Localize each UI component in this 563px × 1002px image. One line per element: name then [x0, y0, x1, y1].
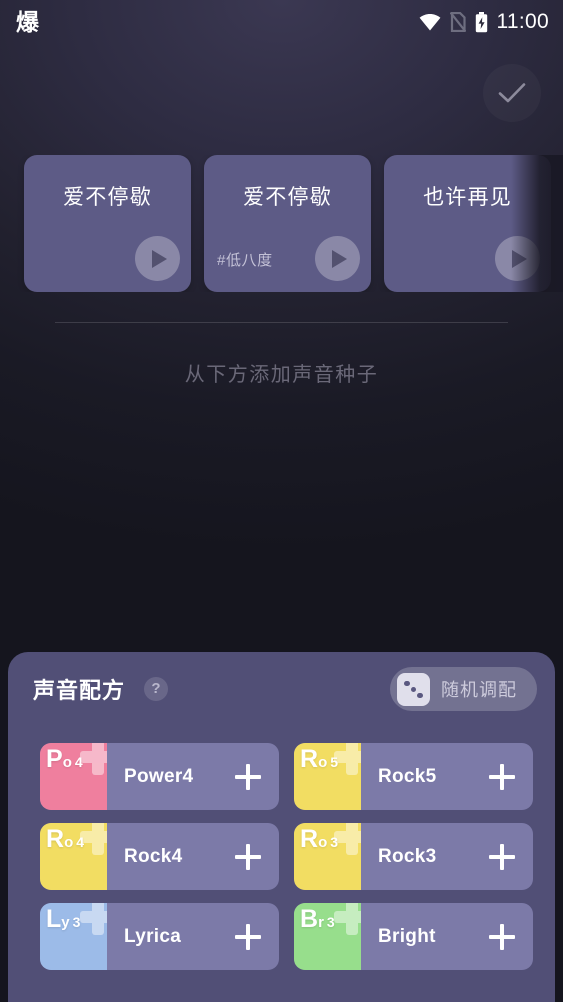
chip-code-letter: R — [300, 825, 319, 853]
chip-label: Rock5 — [378, 765, 437, 787]
chip-label: Rock4 — [124, 845, 183, 867]
recipe-chip[interactable]: Br 3 Bright — [294, 903, 533, 970]
chip-code-letter: B — [300, 905, 319, 933]
seed-card-title: 也许再见 — [423, 186, 512, 209]
plus-icon[interactable] — [489, 923, 515, 950]
chip-code-num: 4 — [74, 754, 83, 770]
sound-recipe-panel: 声音配方 ? 随机调配 Po 4 Power4 Ro 5 Rock5 Ro 4 … — [8, 652, 555, 1002]
chip-thumbnail: Br 3 — [294, 903, 361, 970]
status-clock: 11:00 — [496, 10, 549, 33]
chip-code-sub: o — [318, 754, 328, 771]
recipe-chip[interactable]: Po 4 Power4 — [40, 743, 279, 810]
chip-label: Power4 — [124, 765, 194, 787]
plus-icon[interactable] — [489, 763, 515, 790]
chip-code-num: 3 — [326, 914, 335, 930]
plus-icon[interactable] — [235, 923, 261, 950]
random-mix-label: 随机调配 — [441, 680, 517, 700]
section-divider — [55, 322, 508, 323]
play-button[interactable] — [135, 236, 180, 281]
seed-card-tag: #低八度 — [217, 252, 273, 269]
random-mix-button[interactable]: 随机调配 — [390, 667, 537, 711]
play-button[interactable] — [495, 236, 540, 281]
chip-label: Rock3 — [378, 845, 437, 867]
app-root: 爆 11:00 爱不停歇 爱不停歇 #低八度 也许再见 从下方添加声音种子 声音… — [0, 0, 563, 1002]
chip-code-letter: R — [46, 825, 65, 853]
recipe-chip[interactable]: Ro 4 Rock4 — [40, 823, 279, 890]
chip-code-letter: P — [46, 745, 63, 773]
chip-thumbnail: Ro 5 — [294, 743, 361, 810]
recipe-chip[interactable]: Ro 3 Rock3 — [294, 823, 533, 890]
seed-card-title: 爱不停歇 — [63, 186, 152, 209]
play-icon — [512, 249, 527, 268]
chip-code-sub: o — [318, 834, 328, 851]
chip-code-letter: L — [46, 905, 62, 933]
help-icon[interactable]: ? — [144, 677, 169, 701]
status-app-icon: 爆 — [16, 8, 39, 35]
check-icon — [497, 81, 527, 105]
chip-thumbnail: Ly 3 — [40, 903, 107, 970]
chip-code-letter: R — [300, 745, 319, 773]
chip-code-sub: y — [61, 914, 70, 931]
play-button[interactable] — [315, 236, 360, 281]
play-icon — [332, 249, 347, 268]
recipe-panel-title: 声音配方 — [33, 678, 126, 703]
plus-icon[interactable] — [235, 763, 261, 790]
chip-code-num: 5 — [330, 754, 339, 770]
seed-card[interactable]: 爱不停歇 #低八度 — [204, 155, 371, 292]
status-bar: 爆 11:00 — [0, 0, 563, 44]
recipe-panel-header: 声音配方 ? 随机调配 — [8, 652, 555, 726]
plus-icon[interactable] — [489, 843, 515, 870]
chip-thumbnail: Ro 4 — [40, 823, 107, 890]
chip-code-sub: o — [62, 754, 72, 771]
recipe-chip[interactable]: Ly 3 Lyrica — [40, 903, 279, 970]
status-bar-right: 11:00 — [419, 10, 550, 34]
chip-thumbnail: Ro 3 — [294, 823, 361, 890]
empty-state-hint: 从下方添加声音种子 — [184, 364, 379, 386]
chip-code-num: 3 — [72, 914, 81, 930]
recipe-chip[interactable]: Ro 5 Rock5 — [294, 743, 533, 810]
no-sim-icon — [449, 12, 466, 32]
wifi-icon — [419, 13, 441, 31]
chip-label: Bright — [378, 925, 436, 947]
dice-icon — [397, 672, 430, 706]
plus-icon[interactable] — [235, 843, 261, 870]
chip-code-sub: r — [318, 914, 324, 931]
chip-code-sub: o — [64, 834, 74, 851]
seed-card[interactable]: 也许再见 — [384, 155, 551, 292]
seed-card-title: 爱不停歇 — [243, 186, 332, 209]
battery-charging-icon — [475, 11, 488, 33]
chip-code-num: 4 — [76, 834, 85, 850]
confirm-button[interactable] — [483, 64, 541, 122]
seed-card-strip[interactable]: 爱不停歇 爱不停歇 #低八度 也许再见 — [0, 155, 563, 292]
chip-code-num: 3 — [330, 834, 339, 850]
play-icon — [152, 249, 167, 268]
recipe-chip-grid: Po 4 Power4 Ro 5 Rock5 Ro 4 Rock4 Ro 3 R… — [8, 726, 555, 970]
chip-thumbnail: Po 4 — [40, 743, 107, 810]
seed-card[interactable]: 爱不停歇 — [24, 155, 191, 292]
chip-label: Lyrica — [124, 925, 182, 947]
